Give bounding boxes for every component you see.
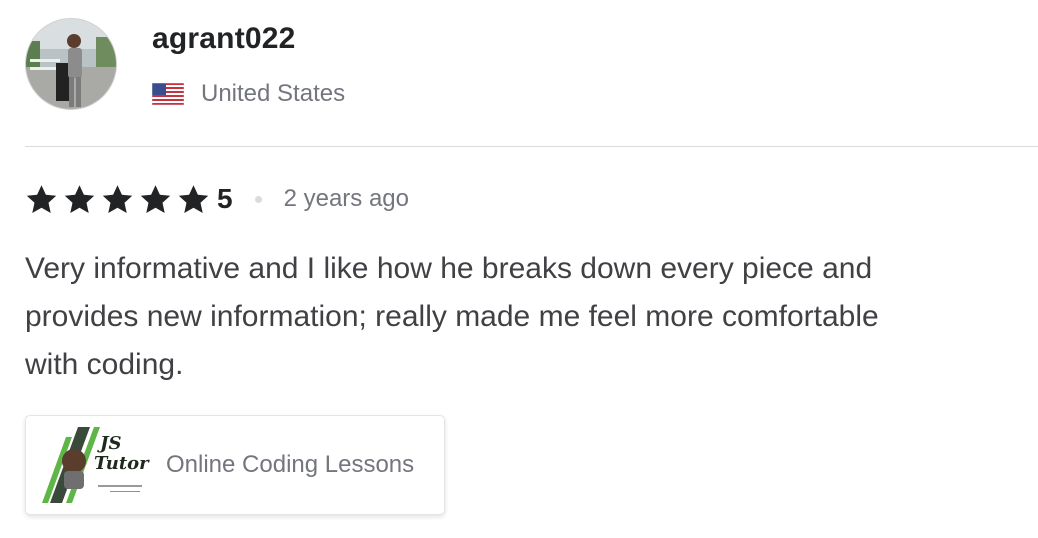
divider	[25, 146, 1038, 147]
star-icon	[64, 184, 95, 213]
separator-dot	[254, 195, 262, 203]
reviewer-country: United States	[201, 80, 346, 107]
rating-score: 5	[217, 183, 233, 214]
reviewer-avatar[interactable]	[25, 18, 117, 110]
gig-logo-tutor: Tutor	[94, 453, 150, 474]
review-time: 2 years ago	[283, 185, 409, 212]
us-flag-icon	[152, 83, 184, 105]
rating-row: 5 2 years ago	[25, 181, 409, 217]
gig-card[interactable]: JS Tutor Online Coding Lessons	[25, 415, 445, 515]
review-text: Very informative and I like how he break…	[25, 252, 879, 381]
star-icon	[26, 184, 57, 213]
star-icon	[178, 184, 209, 213]
reviewer-username[interactable]: agrant022	[152, 22, 296, 56]
star-icon	[140, 184, 171, 213]
reviewer-country-row: United States	[152, 80, 345, 108]
gig-thumbnail[interactable]: JS Tutor	[40, 427, 150, 503]
star-rating	[25, 183, 215, 216]
star-icon	[102, 184, 133, 213]
gig-title[interactable]: Online Coding Lessons	[166, 451, 414, 479]
gig-logo-js: JS	[97, 433, 122, 454]
